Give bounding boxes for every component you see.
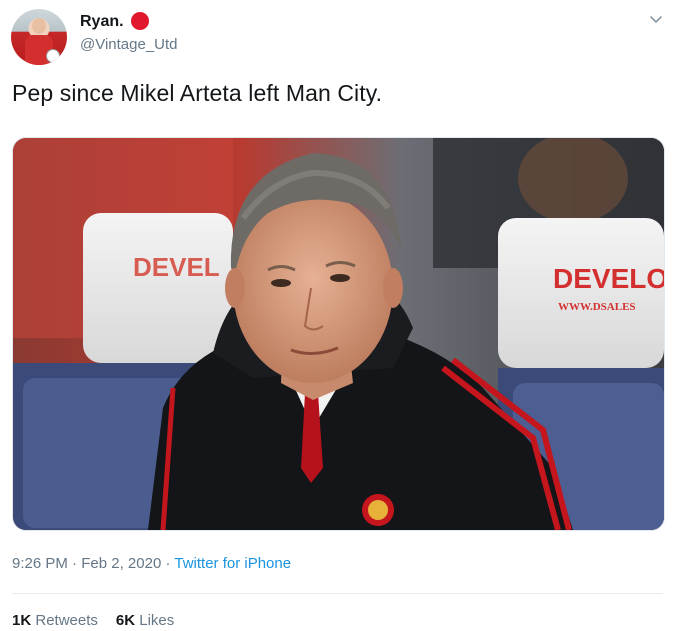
seat-text-right: DEVELO xyxy=(553,263,664,294)
meta-separator: · xyxy=(72,555,78,572)
tweet-card: Ryan. @Vintage_Utd Pep since Mikel Artet… xyxy=(0,0,677,631)
seat-text-left: DEVEL xyxy=(133,252,220,282)
likes-count: 6K xyxy=(115,612,136,629)
retweets-label: Retweets xyxy=(35,612,98,629)
chevron-down-icon[interactable] xyxy=(648,12,664,28)
tweet-stats: 1K Retweets 6K Likes xyxy=(12,612,174,629)
retweets-count: 1K xyxy=(12,612,32,629)
retweets-stat[interactable]: 1K Retweets xyxy=(12,612,98,629)
tweet-text: Pep since Mikel Arteta left Man City. xyxy=(12,80,383,106)
tweet-photo[interactable]: DEVEL DEVELO WWW.DSALES xyxy=(12,137,665,531)
avatar[interactable] xyxy=(11,9,67,65)
meta-separator-2: · xyxy=(165,555,171,572)
tweet-source-link[interactable]: Twitter for iPhone xyxy=(174,555,291,572)
tweet-date[interactable]: Feb 2, 2020 xyxy=(81,555,161,572)
likes-label: Likes xyxy=(139,612,175,629)
avatar-ball xyxy=(46,49,60,63)
tweet-meta: 9:26 PM · Feb 2, 2020 · Twitter for iPho… xyxy=(12,555,291,572)
avatar-head xyxy=(32,18,46,34)
likes-stat[interactable]: 6K Likes xyxy=(116,612,174,629)
red-circle-emoji xyxy=(131,12,149,30)
seat-sub-right: WWW.DSALES xyxy=(558,301,636,313)
author-name[interactable]: Ryan. xyxy=(80,13,124,31)
tweet-time[interactable]: 9:26 PM xyxy=(12,555,68,572)
author-handle[interactable]: @Vintage_Utd xyxy=(80,36,178,53)
divider xyxy=(12,593,663,594)
